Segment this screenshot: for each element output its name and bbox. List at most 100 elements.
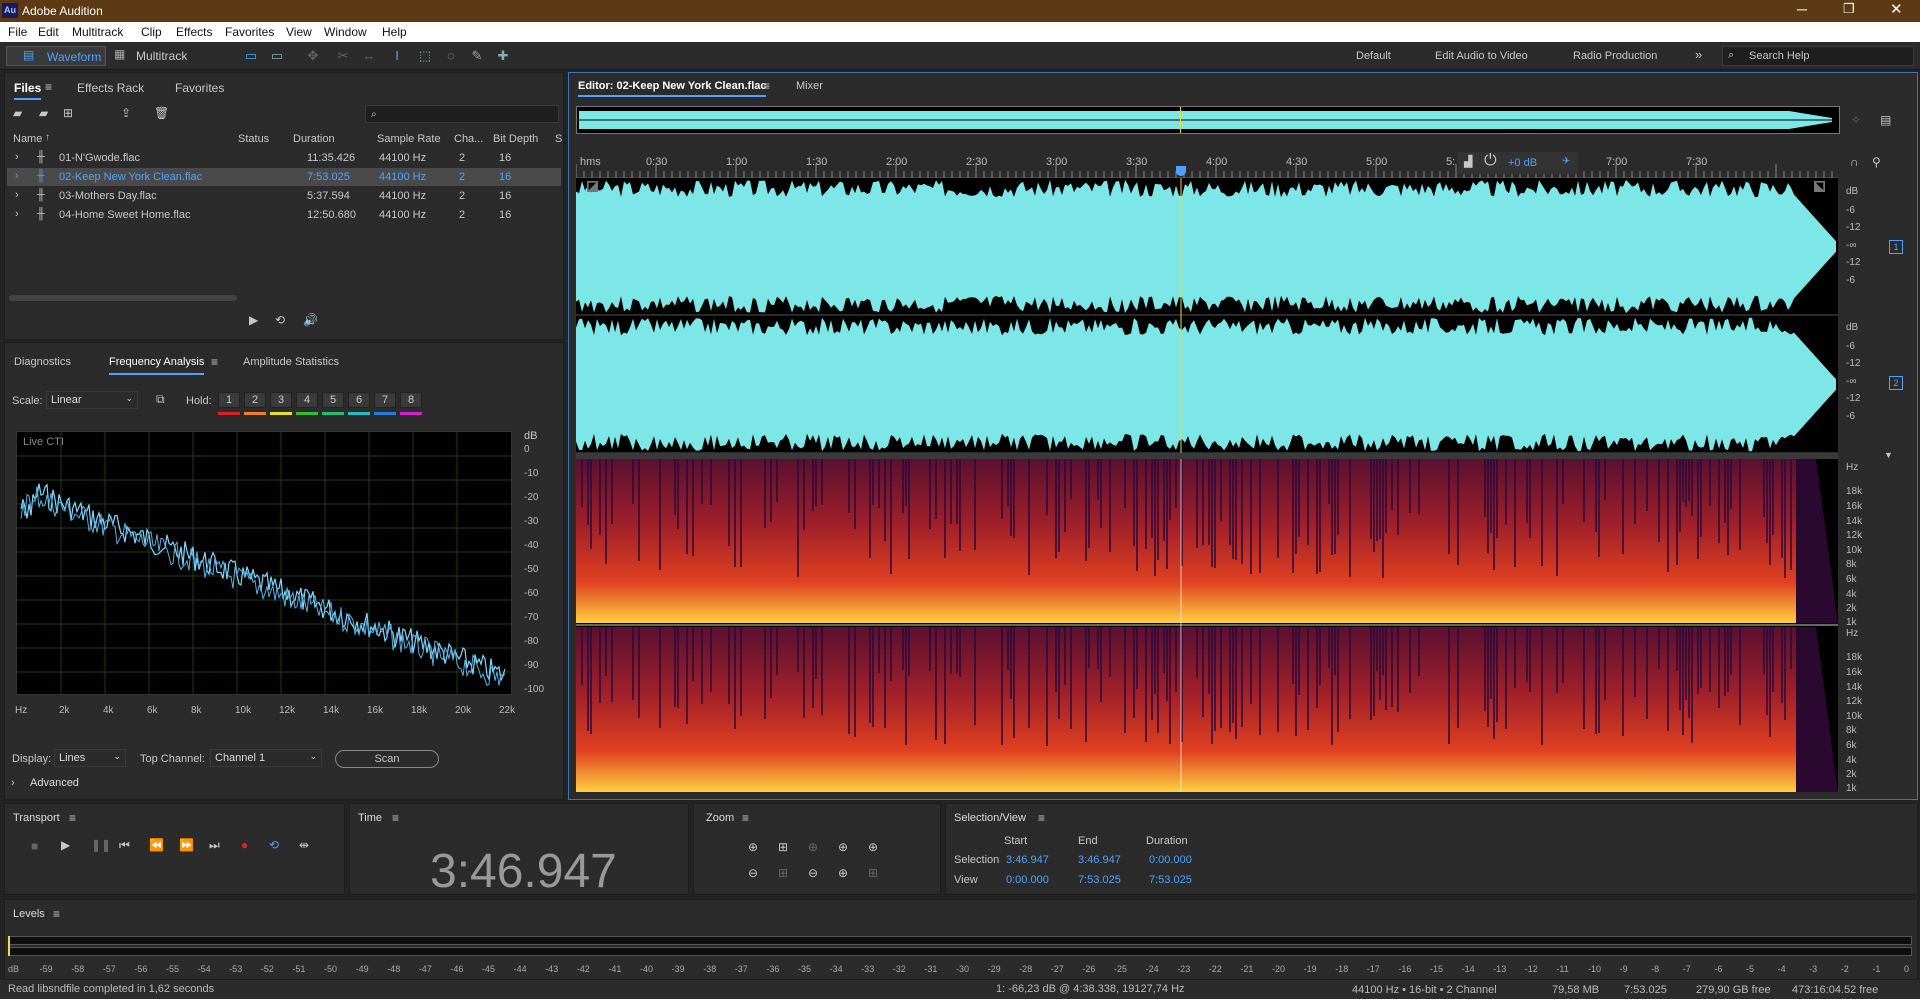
zoom-in-point-icon[interactable]: ⊕ [808, 840, 818, 854]
razor-tool-icon[interactable]: ✂ [334, 48, 352, 64]
loop-playback-icon[interactable]: ⟲ [269, 838, 279, 852]
zoom-out-full-icon[interactable]: ⊞ [778, 840, 788, 854]
view-end[interactable]: 7:53.025 [1078, 874, 1121, 886]
file-row[interactable]: › ╫ 01-N'Gwode.flac 11:35.426 44100 Hz 2… [7, 149, 561, 167]
overview-navigator[interactable] [576, 106, 1840, 134]
tab-frequency-analysis[interactable]: Frequency Analysis [109, 356, 205, 375]
col-bit-depth[interactable]: Bit Depth [493, 133, 538, 145]
file-row[interactable]: › ╫ 03-Mothers Day.flac 5:37.594 44100 H… [7, 187, 561, 205]
snap-icon[interactable]: ∩ [1850, 155, 1859, 169]
delete-file-icon[interactable]: 🗑 [154, 106, 169, 120]
col-name[interactable]: Name [13, 133, 42, 145]
col-s[interactable]: S [555, 133, 562, 145]
spectral-display[interactable] [576, 459, 1838, 792]
waveform-corner-right-icon[interactable]: ◥ [1814, 181, 1825, 192]
hold-button-6[interactable]: 6 [348, 392, 370, 408]
menu-window[interactable]: Window [324, 25, 367, 39]
restore-icon[interactable]: ❐ [1843, 1, 1855, 17]
waveform-mode-button[interactable]: ▤ Waveform [6, 46, 106, 66]
selection-end[interactable]: 3:46.947 [1078, 854, 1121, 866]
scan-button[interactable]: Scan [335, 750, 439, 768]
import-file-icon[interactable]: ▰ [39, 106, 48, 120]
zoom-in-time-icon[interactable]: ⊕ [838, 866, 848, 880]
tab-files[interactable]: Files [14, 81, 42, 100]
marquee-tool-icon[interactable]: ⬚ [416, 48, 434, 64]
spectral-display-icon[interactable]: ▭ [242, 48, 260, 64]
frequency-graph[interactable]: Live CTI [16, 431, 512, 695]
horizontal-scrollbar[interactable] [9, 295, 237, 301]
loop-preview-icon[interactable]: ⟲ [275, 313, 285, 327]
selection-duration[interactable]: 0:00.000 [1149, 854, 1192, 866]
time-display[interactable]: 3:46.947 [430, 844, 617, 899]
menu-file[interactable]: File [8, 25, 27, 39]
pause-icon[interactable]: ❚❚ [91, 838, 111, 852]
levels-menu-icon[interactable]: ≡ [53, 907, 60, 921]
more-workspaces-icon[interactable]: » [1695, 47, 1702, 62]
insert-into-multitrack-icon[interactable]: ⇪ [121, 106, 131, 120]
display-dropdown[interactable]: Lines ⌄ [54, 749, 126, 767]
channel-2-badge[interactable]: 2 [1889, 376, 1903, 390]
frequency-panel-menu-icon[interactable]: ≡ [211, 355, 218, 369]
waveform-corner-left-icon[interactable]: ◤ [587, 181, 598, 192]
autoplay-icon[interactable]: 🔊 [303, 313, 318, 327]
menu-multitrack[interactable]: Multitrack [72, 25, 123, 39]
new-file-icon[interactable]: ⊞ [63, 106, 73, 120]
workspace-radio-production[interactable]: Radio Production [1573, 50, 1657, 62]
open-file-icon[interactable]: ▰ [13, 106, 22, 120]
lasso-tool-icon[interactable]: ◌ [442, 48, 460, 64]
playhead-marker[interactable] [1176, 166, 1186, 176]
divider-collapse-icon[interactable]: ▼ [1884, 450, 1893, 460]
menu-view[interactable]: View [286, 25, 312, 39]
marker-pin-icon[interactable]: ⚲ [1872, 155, 1881, 169]
next-icon[interactable]: ⏭ [209, 838, 220, 853]
pin-hud-icon[interactable]: ✈ [1562, 156, 1570, 167]
expand-icon[interactable]: › [15, 151, 19, 163]
menu-clip[interactable]: Clip [141, 25, 162, 39]
zoom-to-selection-icon[interactable]: ✧ [1851, 113, 1861, 127]
time-menu-icon[interactable]: ≡ [392, 811, 399, 825]
brush-tool-icon[interactable]: ✎ [468, 48, 486, 64]
multitrack-mode-button[interactable]: ▦ Multitrack [110, 46, 200, 66]
workspace-edit-audio-to-video[interactable]: Edit Audio to Video [1435, 50, 1528, 62]
menu-help[interactable]: Help [382, 25, 407, 39]
record-icon[interactable]: ● [241, 838, 248, 852]
tab-diagnostics[interactable]: Diagnostics [14, 356, 71, 368]
top-channel-dropdown[interactable]: Channel 1 ⌄ [210, 749, 322, 767]
selection-view-menu-icon[interactable]: ≡ [1038, 811, 1045, 825]
zoom-in-amplitude-icon[interactable]: ⊕ [748, 840, 758, 854]
hold-button-4[interactable]: 4 [296, 392, 318, 408]
zoom-to-selection-disabled-icon[interactable]: ⊞ [868, 866, 878, 880]
hold-button-7[interactable]: 7 [374, 392, 396, 408]
hold-button-2[interactable]: 2 [244, 392, 266, 408]
menu-edit[interactable]: Edit [38, 25, 59, 39]
tab-effects-rack[interactable]: Effects Rack [77, 81, 144, 95]
zoom-menu-icon[interactable]: ≡ [742, 811, 749, 825]
channel-1-badge[interactable]: 1 [1889, 240, 1903, 254]
tab-mixer[interactable]: Mixer [796, 80, 823, 92]
tab-editor[interactable]: Editor: 02-Keep New York Clean.flac [578, 80, 767, 97]
workspace-default[interactable]: Default [1356, 50, 1391, 62]
show-hud-icon[interactable]: ▤ [1880, 113, 1891, 127]
play-preview-icon[interactable]: ▶ [249, 313, 258, 327]
zoom-out-icon[interactable]: ⊖ [808, 866, 818, 880]
col-duration[interactable]: Duration [293, 133, 335, 145]
expand-icon[interactable]: › [15, 189, 19, 201]
close-icon[interactable]: ✕ [1890, 0, 1903, 18]
view-start[interactable]: 0:00.000 [1006, 874, 1049, 886]
editor-menu-icon[interactable]: ≡ [763, 79, 770, 93]
expand-icon[interactable]: › [15, 170, 19, 182]
hold-button-1[interactable]: 1 [218, 392, 240, 408]
slip-tool-icon[interactable]: ↔ [360, 48, 378, 64]
lock-to-cti-icon[interactable]: ⧉ [156, 392, 165, 407]
zoom-out-amplitude-icon[interactable]: ⊖ [748, 866, 758, 880]
file-search-input[interactable]: ⌕ [365, 105, 559, 123]
col-channels[interactable]: Cha... [454, 133, 483, 145]
spectral-pitch-icon[interactable]: ▭ [268, 48, 286, 64]
tab-favorites[interactable]: Favorites [175, 81, 224, 95]
expand-icon[interactable]: › [15, 208, 19, 220]
advanced-chevron-icon[interactable]: › [11, 777, 15, 789]
view-duration[interactable]: 7:53.025 [1149, 874, 1192, 886]
file-row-selected[interactable]: › ╫ 02-Keep New York Clean.flac 7:53.025… [7, 168, 561, 186]
spot-healing-icon[interactable]: ✚ [494, 48, 512, 64]
selection-start[interactable]: 3:46.947 [1006, 854, 1049, 866]
